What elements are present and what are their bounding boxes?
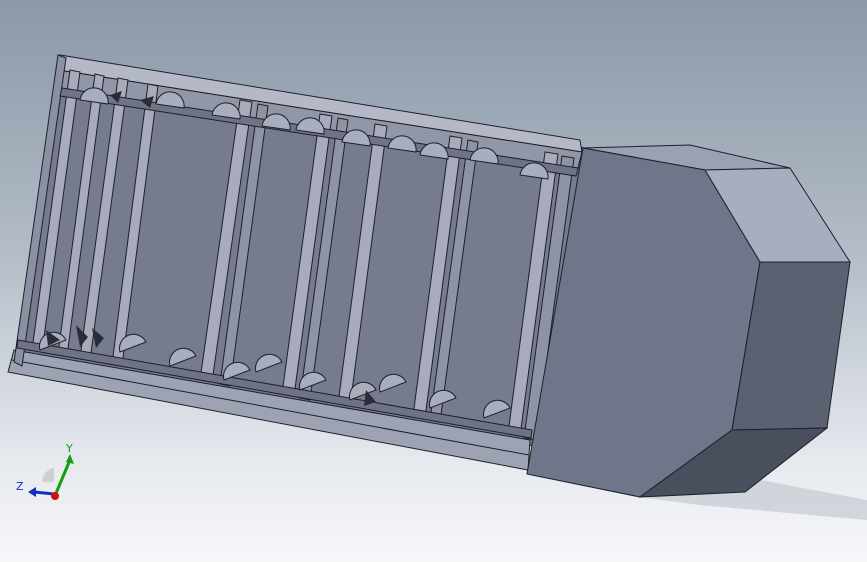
triad-z-arrowhead <box>28 487 36 497</box>
triad-rotation-arc <box>41 468 54 482</box>
triad-z-label: Z <box>16 480 24 493</box>
graphics-viewport[interactable]: Y Z <box>0 0 867 562</box>
triad-y-label: Y <box>65 442 73 455</box>
triad-origin <box>51 492 59 500</box>
orientation-triad[interactable]: Y Z <box>12 440 82 510</box>
triad-z-axis <box>33 490 55 496</box>
triad-y-arrowhead <box>66 454 74 464</box>
cad-model[interactable] <box>0 0 867 562</box>
